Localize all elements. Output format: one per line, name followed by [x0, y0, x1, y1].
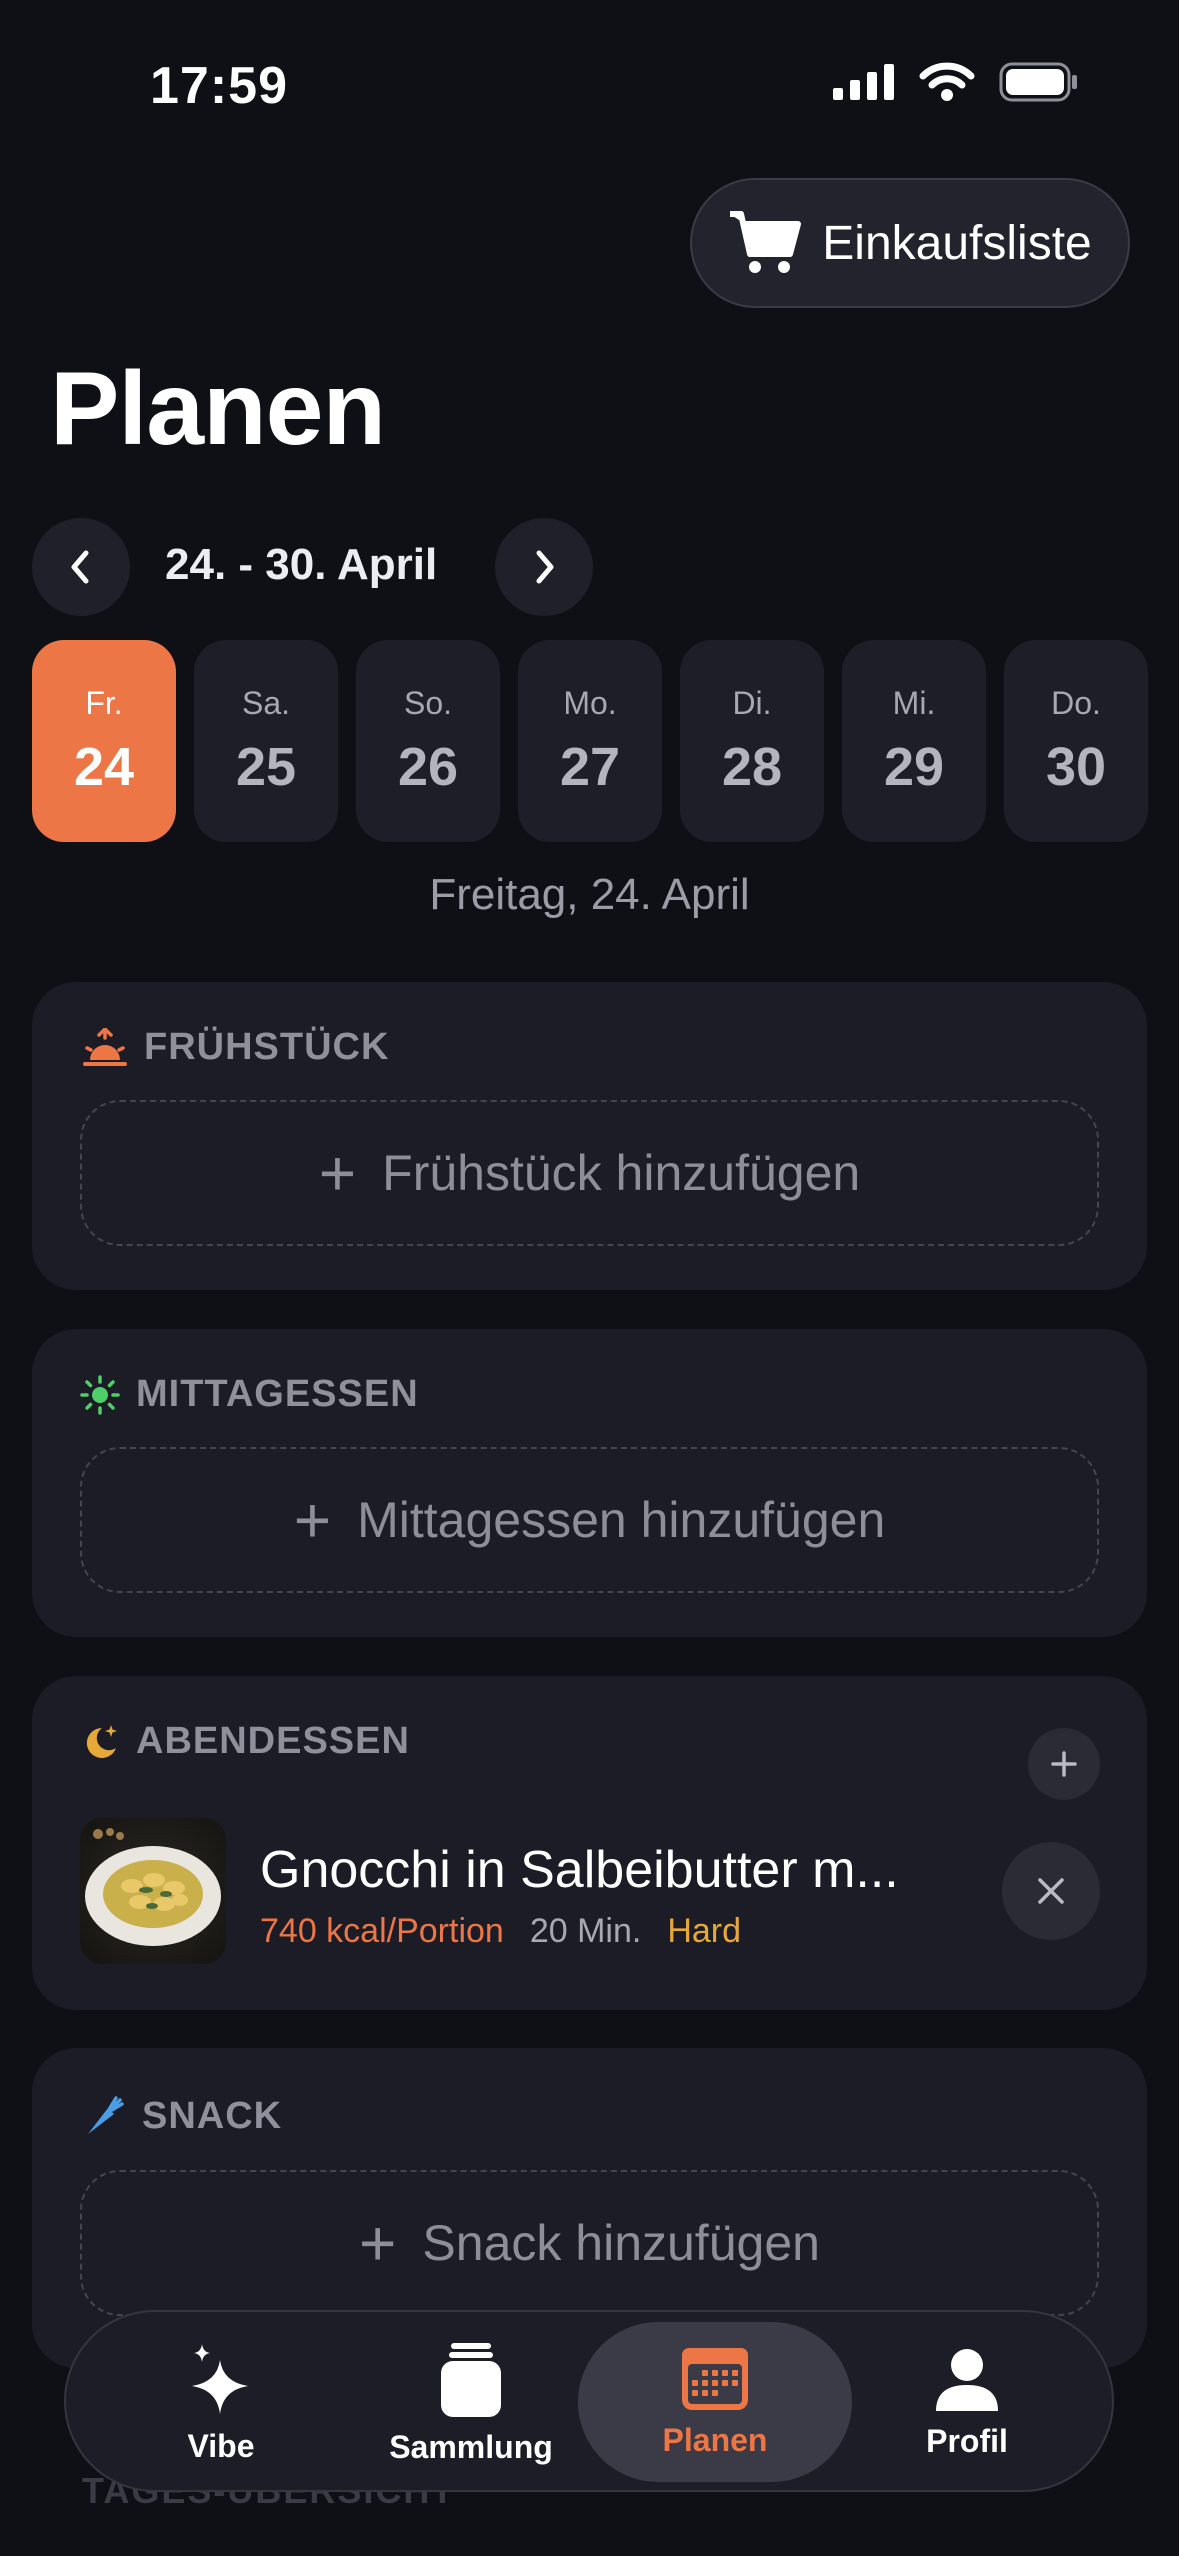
day-name: Di. [732, 684, 772, 721]
recipe-title[interactable]: Gnocchi in Salbeibutter m... [260, 1840, 899, 1900]
snack-title: SNACK [142, 2094, 283, 2137]
planner-screen: 17:59 Einkaufsliste Planen 24. - 30. Apr… [0, 0, 1179, 2556]
tab-planen[interactable]: Planen [578, 2322, 852, 2482]
add-dinner-button[interactable] [1028, 1728, 1100, 1800]
wifi-icon [919, 62, 975, 101]
tab-label: Vibe [187, 2427, 255, 2464]
plus-icon: + [318, 1137, 357, 1209]
plus-icon: + [293, 1484, 332, 1556]
plus-icon: + [359, 2207, 397, 2279]
calendar-icon [682, 2347, 748, 2410]
cellular-signal-icon [833, 64, 894, 100]
tab-label: Profil [926, 2422, 1008, 2459]
selected-date-caption: Freitag, 24. April [429, 870, 750, 919]
status-icons [833, 62, 1079, 102]
week-range-label: 24. - 30. April [165, 540, 438, 589]
day-number: 27 [559, 736, 621, 797]
day-selector: Fr. 24 Sa. 25 So. 26 Mo. 27 Di. 28 Mi. 2… [32, 640, 1148, 842]
status-time: 17:59 [150, 57, 288, 115]
sun-icon [80, 1374, 120, 1415]
add-breakfast-label: Frühstück hinzufügen [382, 1145, 861, 1201]
tab-bar: Vibe Sammlung Planen Profil [64, 2310, 1114, 2492]
recipe-image[interactable] [80, 1818, 226, 1964]
day-thursday[interactable]: Do. 30 [1004, 640, 1148, 842]
dinner-header: ABENDESSEN [80, 1720, 410, 1763]
add-lunch-button[interactable]: + Mittagessen hinzufügen [80, 1447, 1099, 1593]
lunch-title: MITTAGESSEN [136, 1373, 419, 1415]
chevron-right-icon [536, 550, 554, 584]
remove-recipe-button[interactable] [1002, 1842, 1100, 1940]
day-tuesday[interactable]: Di. 28 [680, 640, 824, 842]
day-name: Mi. [892, 684, 936, 721]
day-sunday[interactable]: So. 26 [356, 640, 500, 842]
day-number: 26 [397, 736, 459, 797]
tab-sammlung[interactable]: Sammlung [346, 2312, 596, 2494]
shopping-list-button[interactable]: Einkaufsliste [690, 178, 1130, 308]
tab-profil[interactable]: Profil [842, 2312, 1092, 2494]
add-lunch-label: Mittagessen hinzufügen [357, 1492, 886, 1548]
close-icon [1038, 1878, 1064, 1904]
lunch-card: MITTAGESSEN + Mittagessen hinzufügen [32, 1329, 1147, 1637]
moon-icon [86, 1724, 117, 1758]
day-number: 28 [721, 736, 783, 797]
day-name: Do. [1051, 684, 1101, 721]
sunrise-icon [83, 1027, 127, 1066]
previous-week-button[interactable] [32, 518, 130, 616]
sparkles-icon [192, 2343, 248, 2414]
day-monday[interactable]: Mo. 27 [518, 640, 662, 842]
day-number: 24 [73, 736, 135, 797]
shopping-cart-icon [730, 211, 802, 273]
breakfast-card: FRÜHSTÜCK + Frühstück hinzufügen [32, 982, 1147, 1290]
day-name: Fr. [85, 684, 123, 721]
chevron-left-icon [71, 550, 89, 584]
day-name: Mo. [563, 684, 617, 721]
tab-vibe[interactable]: Vibe [96, 2312, 346, 2494]
day-saturday[interactable]: Sa. 25 [194, 640, 338, 842]
recipe-meta: 740 kcal/Portion 20 Min. Hard [260, 1912, 741, 1951]
add-breakfast-button[interactable]: + Frühstück hinzufügen [80, 1100, 1099, 1246]
carrot-icon [88, 2096, 124, 2134]
day-number: 25 [235, 736, 297, 797]
dinner-title: ABENDESSEN [136, 1720, 410, 1762]
day-number: 30 [1045, 736, 1107, 797]
battery-icon [999, 62, 1077, 102]
day-number: 29 [883, 736, 945, 797]
recipe-calories: 740 kcal/Portion [260, 1912, 504, 1950]
person-icon [936, 2348, 998, 2411]
tab-label: Sammlung [389, 2428, 553, 2465]
day-name: Sa. [241, 684, 291, 721]
day-name: So. [403, 684, 453, 721]
breakfast-header: FRÜHSTÜCK [82, 1026, 389, 1069]
add-snack-button[interactable]: + Snack hinzufügen [80, 2170, 1099, 2316]
recipe-difficulty: Hard [667, 1912, 742, 1950]
jar-icon [441, 2342, 501, 2417]
add-snack-label: Snack hinzufügen [422, 2215, 820, 2271]
tab-label: Planen [662, 2421, 768, 2458]
day-friday[interactable]: Fr. 24 [32, 640, 176, 842]
shopping-list-label: Einkaufsliste [822, 216, 1092, 270]
dinner-card: ABENDESSEN Gnocchi in Salbeibutter m... … [32, 1676, 1147, 2010]
snack-header: SNACK [82, 2094, 282, 2138]
gnocchi-dish-image [85, 1828, 221, 1946]
breakfast-title: FRÜHSTÜCK [144, 1026, 390, 1068]
recipe-time: 20 Min. [529, 1912, 642, 1950]
next-week-button[interactable] [495, 518, 593, 616]
lunch-header: MITTAGESSEN [80, 1373, 419, 1416]
page-title: Planen [50, 351, 386, 467]
day-wednesday[interactable]: Mi. 29 [842, 640, 986, 842]
plus-icon [1051, 1751, 1077, 1777]
